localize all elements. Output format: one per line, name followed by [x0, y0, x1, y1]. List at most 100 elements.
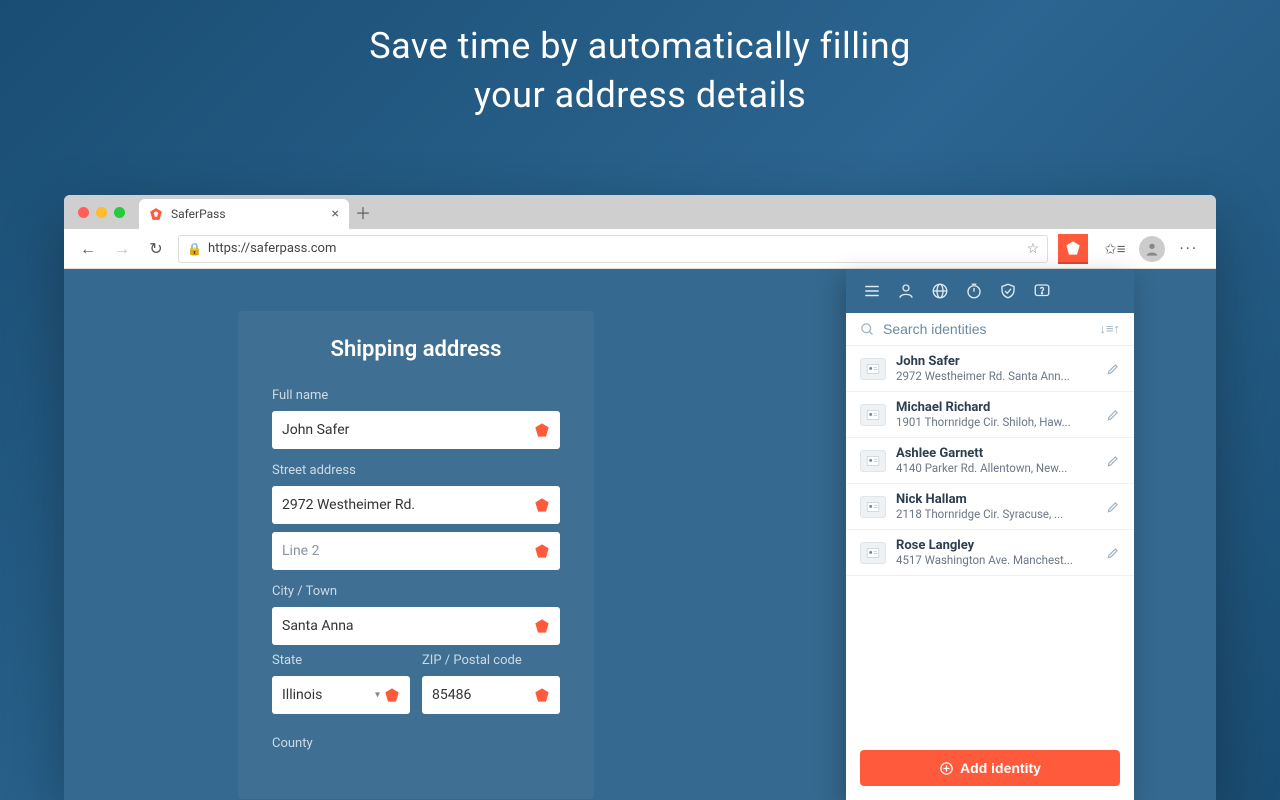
autofill-icon[interactable] [534, 687, 550, 703]
browser-toolbar: ← → ↻ 🔒 https://saferpass.com ☆ ✩≡ ··· [64, 229, 1216, 269]
globe-icon[interactable] [930, 281, 950, 301]
add-identity-label: Add identity [960, 760, 1041, 776]
chevron-down-icon: ▾ [375, 690, 380, 701]
contact-card-icon [860, 450, 886, 472]
forward-button[interactable]: → [110, 239, 134, 259]
city-label: City / Town [272, 584, 560, 599]
popup-toolbar [846, 269, 1134, 313]
identity-address: 4140 Parker Rd. Allentown, New... [896, 461, 1096, 475]
identity-item[interactable]: Michael Richard1901 Thornridge Cir. Shil… [846, 392, 1134, 438]
address-bar[interactable]: 🔒 https://saferpass.com ☆ [178, 235, 1048, 263]
identity-name: Michael Richard [896, 400, 1096, 415]
fullname-input[interactable]: John Safer [272, 411, 560, 449]
identity-list: John Safer2972 Westheimer Rd. Santa Ann.… [846, 346, 1134, 740]
edit-pencil-icon[interactable] [1106, 500, 1120, 514]
fullname-label: Full name [272, 388, 560, 403]
line2-placeholder: Line 2 [282, 543, 319, 559]
county-label: County [272, 736, 560, 751]
identity-item[interactable]: Nick Hallam2118 Thornridge Cir. Syracuse… [846, 484, 1134, 530]
plus-circle-icon [939, 761, 954, 776]
close-tab-icon[interactable]: × [332, 206, 339, 222]
favicon-icon [149, 207, 163, 221]
popup-footer: Add identity [846, 740, 1134, 800]
contact-card-icon [860, 358, 886, 380]
url-text: https://saferpass.com [208, 241, 1021, 256]
street-line2-input[interactable]: Line 2 [272, 532, 560, 570]
zip-label: ZIP / Postal code [422, 653, 560, 668]
reload-button[interactable]: ↻ [144, 239, 168, 258]
identity-text: Nick Hallam2118 Thornridge Cir. Syracuse… [896, 492, 1096, 521]
contact-card-icon [860, 496, 886, 518]
more-menu-icon[interactable]: ··· [1179, 239, 1198, 258]
minimize-window-icon[interactable] [96, 207, 107, 218]
street-label: Street address [272, 463, 560, 478]
timer-icon[interactable] [964, 281, 984, 301]
identity-text: John Safer2972 Westheimer Rd. Santa Ann.… [896, 354, 1096, 383]
identity-text: Rose Langley4517 Washington Ave. Manches… [896, 538, 1096, 567]
add-identity-button[interactable]: Add identity [860, 750, 1120, 786]
search-icon [860, 322, 875, 337]
autofill-icon[interactable] [384, 687, 400, 703]
favorites-icon[interactable]: ✩≡ [1104, 240, 1125, 258]
browser-window: SaferPass × ＋ ← → ↻ 🔒 https://saferpass.… [64, 195, 1216, 800]
identity-item[interactable]: John Safer2972 Westheimer Rd. Santa Ann.… [846, 346, 1134, 392]
hero-line1: Save time by automatically filling [0, 22, 1280, 71]
search-row: ↓≡↑ [846, 313, 1134, 346]
browser-tabbar: SaferPass × ＋ [64, 195, 1216, 229]
saferpass-extension-button[interactable] [1058, 234, 1088, 264]
identity-name: Rose Langley [896, 538, 1096, 553]
sort-icon[interactable]: ↓≡↑ [1099, 321, 1120, 337]
autofill-icon[interactable] [534, 422, 550, 438]
street-input[interactable]: 2972 Westheimer Rd. [272, 486, 560, 524]
identity-name: Nick Hallam [896, 492, 1096, 507]
identity-item[interactable]: Rose Langley4517 Washington Ave. Manches… [846, 530, 1134, 576]
form-title: Shipping address [272, 337, 560, 362]
tab-title: SaferPass [171, 207, 226, 221]
edit-pencil-icon[interactable] [1106, 546, 1120, 560]
browser-tab[interactable]: SaferPass × [139, 199, 349, 229]
extension-popup: ↓≡↑ John Safer2972 Westheimer Rd. Santa … [846, 269, 1134, 800]
identity-name: Ashlee Garnett [896, 446, 1096, 461]
profile-avatar-icon[interactable] [1139, 236, 1165, 262]
autofill-icon[interactable] [534, 618, 550, 634]
state-select[interactable]: Illinois ▾ [272, 676, 410, 714]
hero-headline: Save time by automatically filling your … [0, 0, 1280, 119]
autofill-icon[interactable] [534, 497, 550, 513]
identity-item[interactable]: Ashlee Garnett4140 Parker Rd. Allentown,… [846, 438, 1134, 484]
city-input[interactable]: Santa Anna [272, 607, 560, 645]
bookmark-star-icon[interactable]: ☆ [1027, 241, 1040, 257]
identity-address: 1901 Thornridge Cir. Shiloh, Haw... [896, 415, 1096, 429]
new-tab-button[interactable]: ＋ [349, 200, 377, 224]
close-window-icon[interactable] [78, 207, 89, 218]
edit-pencil-icon[interactable] [1106, 362, 1120, 376]
page-content: Shipping address Full name John Safer St… [64, 269, 1216, 800]
city-value: Santa Anna [282, 618, 354, 634]
state-label: State [272, 653, 410, 668]
identity-text: Ashlee Garnett4140 Parker Rd. Allentown,… [896, 446, 1096, 475]
zip-input[interactable]: 85486 [422, 676, 560, 714]
search-input[interactable] [883, 321, 1091, 337]
fullname-value: John Safer [282, 422, 349, 438]
identity-name: John Safer [896, 354, 1096, 369]
zip-value: 85486 [432, 687, 471, 703]
hero-line2: your address details [0, 71, 1280, 120]
autofill-icon[interactable] [534, 543, 550, 559]
identity-text: Michael Richard1901 Thornridge Cir. Shil… [896, 400, 1096, 429]
identity-address: 2972 Westheimer Rd. Santa Ann... [896, 369, 1096, 383]
lock-icon: 🔒 [187, 242, 202, 256]
identity-icon[interactable] [896, 281, 916, 301]
contact-card-icon [860, 542, 886, 564]
shield-icon[interactable] [998, 281, 1018, 301]
traffic-lights [78, 207, 125, 218]
menu-icon[interactable] [862, 281, 882, 301]
edit-pencil-icon[interactable] [1106, 408, 1120, 422]
help-icon[interactable] [1032, 281, 1052, 301]
shipping-form: Shipping address Full name John Safer St… [238, 311, 594, 799]
street-value: 2972 Westheimer Rd. [282, 497, 415, 513]
contact-card-icon [860, 404, 886, 426]
state-value: Illinois [282, 687, 322, 703]
maximize-window-icon[interactable] [114, 207, 125, 218]
identity-address: 4517 Washington Ave. Manchest... [896, 553, 1096, 567]
edit-pencil-icon[interactable] [1106, 454, 1120, 468]
back-button[interactable]: ← [76, 239, 100, 259]
